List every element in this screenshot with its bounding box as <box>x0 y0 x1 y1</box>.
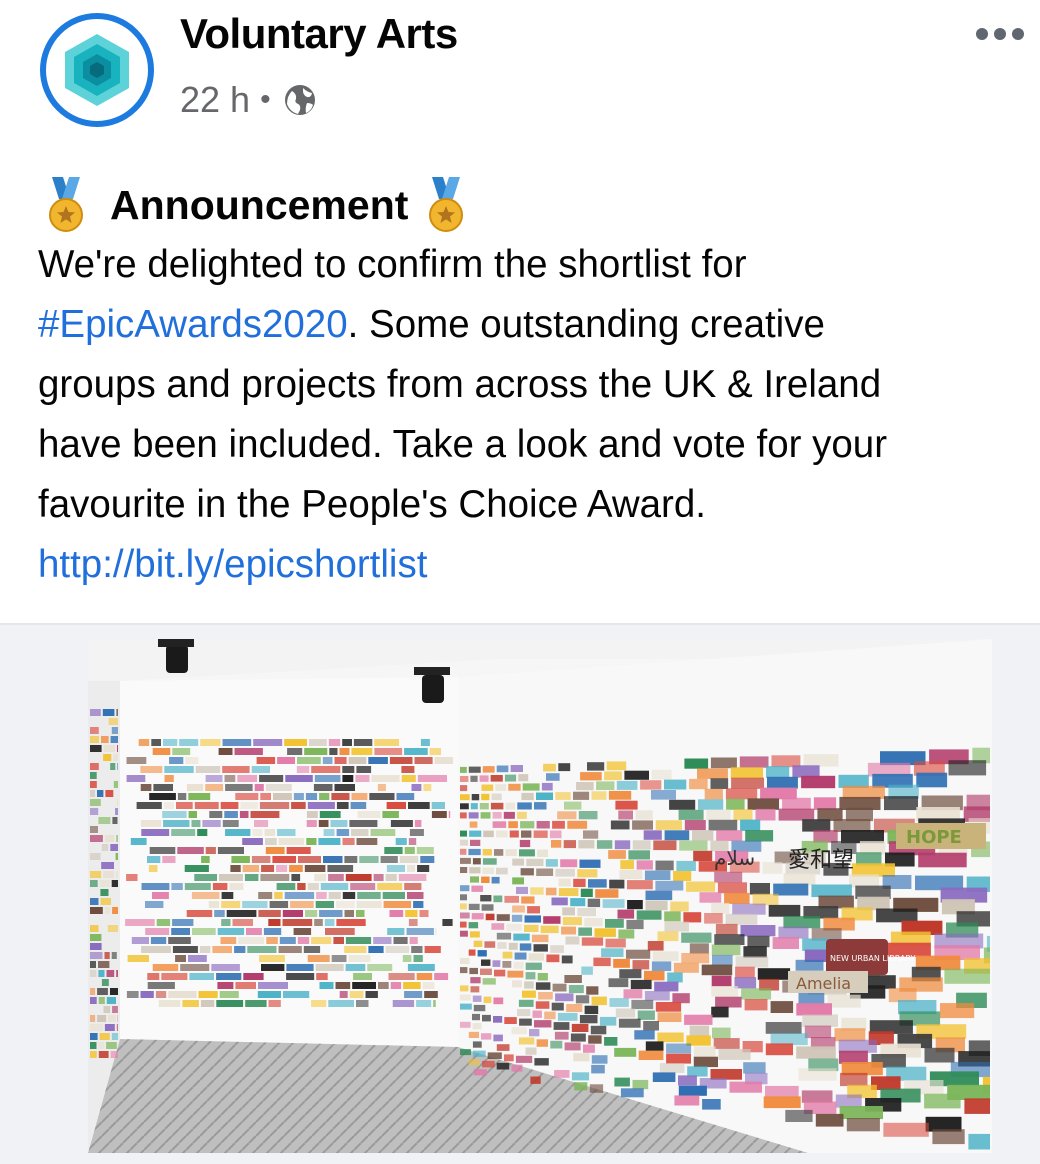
page-avatar[interactable] <box>36 12 158 128</box>
post-line: have been included. Take a look and vote… <box>38 423 888 466</box>
post-header: Voluntary Arts 22 h • <box>0 0 1040 150</box>
medal-icon <box>49 177 83 232</box>
post-line: favourite in the People's Choice Award. <box>38 483 706 526</box>
wall-label-library: NEW URBAN LIBRARY <box>830 954 915 963</box>
globe-icon <box>284 85 315 115</box>
post-line: . Some outstanding creative <box>347 303 825 346</box>
post-photo-area: 愛和望 سلام HOPE NEW URBAN LIBRARY Amelia <box>0 625 1040 1164</box>
post-meta: 22 h • <box>180 78 317 122</box>
page-name[interactable]: Voluntary Arts <box>180 10 458 58</box>
more-dots-icon[interactable] <box>972 14 1028 54</box>
post-body: We're delighted to confirm the shortlist… <box>38 235 1028 595</box>
post-message: Announcement We're delighted to confirm … <box>38 175 1028 595</box>
wall-label-amelia: Amelia <box>796 974 851 993</box>
post-line: groups and projects from across the UK &… <box>38 363 882 406</box>
shortlist-link[interactable]: http://bit.ly/epicshortlist <box>38 543 427 586</box>
post-time[interactable]: 22 h <box>180 79 250 121</box>
wall-label-chinese: 愛和望 <box>788 848 854 873</box>
gallery-photo[interactable]: 愛和望 سلام HOPE NEW URBAN LIBRARY Amelia <box>88 639 992 1153</box>
wall-label-arabic: سلام <box>714 846 755 870</box>
medal-icon <box>429 177 464 232</box>
wall-label-hope: HOPE <box>906 827 962 848</box>
hashtag-link[interactable]: #EpicAwards2020 <box>38 303 348 346</box>
announcement-heading: Announcement <box>38 175 1028 235</box>
announcement-title: Announcement <box>110 181 409 228</box>
post-line: We're delighted to confirm the shortlist… <box>38 243 747 286</box>
meta-separator: • <box>260 83 271 116</box>
